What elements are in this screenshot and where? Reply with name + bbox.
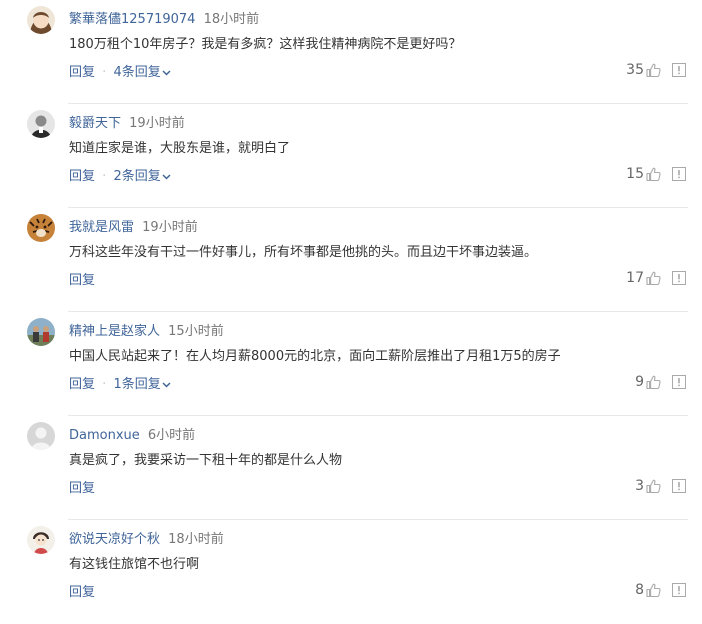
thumbs-up-icon[interactable]: [646, 583, 661, 598]
comment-time: 19小时前: [129, 116, 185, 131]
report-icon[interactable]: [672, 63, 686, 77]
report-icon[interactable]: [672, 271, 686, 285]
report-icon[interactable]: [672, 167, 686, 181]
comment-time: 18小时前: [168, 532, 224, 547]
reply-button[interactable]: 回复: [69, 481, 95, 496]
comment-time: 15小时前: [168, 324, 224, 339]
reply-count: 2条回复: [113, 169, 161, 184]
thumbs-up-icon[interactable]: [646, 167, 661, 182]
comment-actions: 回复: [69, 269, 95, 288]
like-count: 8: [635, 582, 644, 598]
report-icon[interactable]: [672, 479, 686, 493]
expand-replies-button[interactable]: 2条回复: [113, 169, 171, 184]
thumbs-up-icon[interactable]: [646, 63, 661, 78]
comment-text: 真是疯了，我要采访一下租十年的都是什么人物: [69, 453, 343, 468]
comment-tools: 15: [626, 164, 686, 184]
comment-item: 我就是风雷 19小时前 万科这些年没有干过一件好事儿，所有坏事都是他挑的头。而且…: [0, 208, 702, 312]
username-link[interactable]: 我就是风雷: [69, 220, 134, 235]
reply-button[interactable]: 回复: [69, 377, 95, 392]
like-count: 17: [626, 270, 644, 286]
like-count: 15: [626, 166, 644, 182]
report-icon[interactable]: [672, 583, 686, 597]
comment-meta: 我就是风雷 19小时前: [69, 216, 198, 235]
thumbs-up-icon[interactable]: [646, 271, 661, 286]
comment-time: 18小时前: [203, 12, 260, 27]
comment-item: Damonxue 6小时前 真是疯了，我要采访一下租十年的都是什么人物 回复 3: [0, 416, 702, 520]
comment-tools: 3: [635, 476, 686, 496]
comment-tools: 8: [635, 580, 686, 600]
comment-text: 有这钱住旅馆不也行啊: [69, 557, 200, 572]
comment-item: 欲说天凉好个秋 18小时前 有这钱住旅馆不也行啊 回复 8: [0, 520, 702, 624]
action-separator: ·: [102, 65, 107, 80]
chevron-down-icon: [162, 381, 171, 388]
avatar[interactable]: [27, 422, 55, 450]
avatar[interactable]: [27, 526, 55, 554]
comment-time: 6小时前: [147, 428, 196, 443]
comment-tools: 17: [626, 268, 686, 288]
reply-button[interactable]: 回复: [69, 273, 95, 288]
thumbs-up-icon[interactable]: [646, 479, 661, 494]
reply-button[interactable]: 回复: [69, 585, 95, 600]
comment-meta: 精神上是赵家人 15小时前: [69, 320, 224, 339]
comment-time: 19小时前: [142, 220, 198, 235]
username-link[interactable]: 欲说天凉好个秋: [69, 532, 160, 547]
like-count: 9: [635, 374, 644, 390]
comment-actions: 回复 · 2条回复: [69, 165, 171, 184]
comment-actions: 回复: [69, 581, 95, 600]
thumbs-up-icon[interactable]: [646, 375, 661, 390]
action-separator: ·: [102, 377, 107, 392]
comment-item: 繁華落儘125719074 18小时前 180万租个10年房子？我是有多疯？这样…: [0, 0, 702, 104]
like-count: 35: [626, 62, 644, 78]
comment-tools: 35: [626, 60, 686, 80]
comment-actions: 回复 · 4条回复: [69, 61, 171, 80]
comment-text: 180万租个10年房子？我是有多疯？这样我住精神病院不是更好吗？: [69, 37, 462, 52]
comment-item: 毅爵天下 19小时前 知道庄家是谁，大股东是谁，就明白了 回复 · 2条回复 1…: [0, 104, 702, 208]
report-icon[interactable]: [672, 375, 686, 389]
like-count: 3: [635, 478, 644, 494]
action-separator: ·: [102, 169, 107, 184]
avatar[interactable]: [27, 318, 55, 346]
comment-meta: 欲说天凉好个秋 18小时前: [69, 528, 224, 547]
comment-actions: 回复: [69, 477, 95, 496]
comment-actions: 回复 · 1条回复: [69, 373, 171, 392]
comment-item: 精神上是赵家人 15小时前 中国人民站起来了！在人均月薪8000元的北京，面向工…: [0, 312, 702, 416]
username-link[interactable]: 繁華落儘125719074: [69, 12, 195, 27]
comment-tools: 9: [635, 372, 686, 392]
comment-text: 中国人民站起来了！在人均月薪8000元的北京，面向工薪阶层推出了月租1万5的房子: [69, 349, 561, 364]
comment-text: 知道庄家是谁，大股东是谁，就明白了: [69, 141, 291, 156]
reply-count: 1条回复: [113, 377, 161, 392]
avatar[interactable]: [27, 214, 55, 242]
username-link[interactable]: 毅爵天下: [69, 116, 121, 131]
comment-meta: Damonxue 6小时前: [69, 424, 195, 443]
expand-replies-button[interactable]: 4条回复: [113, 65, 171, 80]
reply-button[interactable]: 回复: [69, 169, 95, 184]
comment-text: 万科这些年没有干过一件好事儿，所有坏事都是他挑的头。而且边干坏事边装逼。: [69, 245, 538, 260]
chevron-down-icon: [162, 173, 171, 180]
avatar[interactable]: [27, 6, 55, 34]
username-link[interactable]: 精神上是赵家人: [69, 324, 160, 339]
avatar[interactable]: [27, 110, 55, 138]
reply-count: 4条回复: [113, 65, 161, 80]
comment-meta: 繁華落儘125719074 18小时前: [69, 8, 259, 27]
reply-button[interactable]: 回复: [69, 65, 95, 80]
username-link[interactable]: Damonxue: [69, 428, 140, 443]
comment-meta: 毅爵天下 19小时前: [69, 112, 185, 131]
chevron-down-icon: [162, 69, 171, 76]
expand-replies-button[interactable]: 1条回复: [113, 377, 171, 392]
